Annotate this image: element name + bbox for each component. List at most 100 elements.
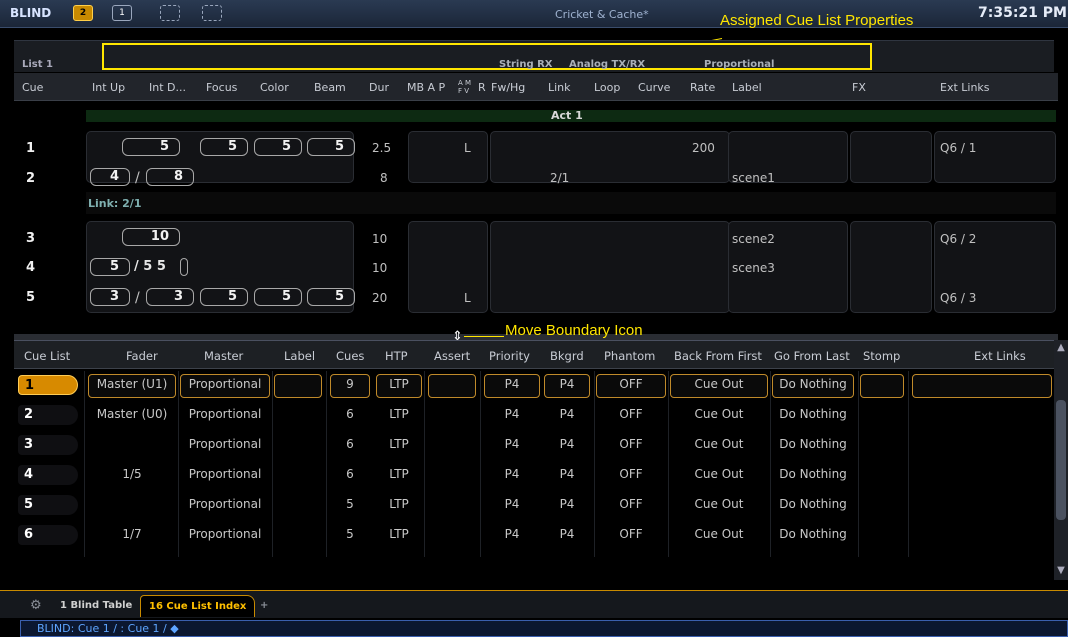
index-scrollbar[interactable]: ▲ ▼ <box>1054 340 1068 580</box>
cue-5-dur: 20 <box>372 291 388 305</box>
col-focus[interactable]: Focus <box>206 81 237 94</box>
scroll-thumb[interactable] <box>1056 400 1066 520</box>
bkgrd-value: P4 <box>559 407 575 421</box>
go-value: Do Nothing <box>779 377 847 391</box>
scroll-up-icon[interactable]: ▲ <box>1055 342 1067 353</box>
group-timing-1 <box>490 131 730 183</box>
cue-2-label: scene1 <box>732 171 775 185</box>
cue-list-badge[interactable]: 4 <box>18 465 78 485</box>
col-link[interactable]: Link <box>548 81 571 94</box>
col-priority[interactable]: Priority <box>489 349 530 363</box>
cue-5-focus[interactable]: 5 <box>200 288 248 306</box>
col-dur[interactable]: Dur <box>369 81 389 94</box>
cue-1-beam[interactable]: 5 <box>307 138 355 156</box>
col-ext-links[interactable]: Ext Links <box>974 349 1026 363</box>
col-label[interactable]: Label <box>732 81 762 94</box>
bkgrd-value: P4 <box>559 527 575 541</box>
display-1-button[interactable]: 1 <box>112 5 132 21</box>
col-bkgrd[interactable]: Bkgrd <box>550 349 584 363</box>
col-go-from-last[interactable]: Go From Last <box>774 349 850 363</box>
col-cues[interactable]: Cues <box>336 349 364 363</box>
display-4-button[interactable] <box>202 5 222 21</box>
col-divider <box>858 371 859 557</box>
col-phantom[interactable]: Phantom <box>604 349 655 363</box>
cue-1-focus[interactable]: 5 <box>200 138 248 156</box>
cue-3-int-up[interactable]: 10 <box>122 228 180 246</box>
priority-value: P4 <box>504 527 520 541</box>
cue-number[interactable]: 3 <box>26 231 35 246</box>
fader-value: 1/5 <box>122 467 142 481</box>
col-r[interactable]: R <box>478 81 486 94</box>
fader-value: 1/7 <box>122 527 142 541</box>
cue-number[interactable]: 1 <box>26 141 35 156</box>
col-stomp[interactable]: Stomp <box>863 349 900 363</box>
ext-box[interactable] <box>912 374 1052 398</box>
col-int-up[interactable]: Int Up <box>92 81 125 94</box>
col-htp[interactable]: HTP <box>385 349 408 363</box>
col-label[interactable]: Label <box>284 349 315 363</box>
col-fader[interactable]: Fader <box>126 349 158 363</box>
cue-table-body: Act 1 1 5 5 5 5 2.5 L 200 Q6 / 1 2 4 / 8… <box>14 101 1058 333</box>
col-divider <box>326 371 327 557</box>
htp-value: LTP <box>389 497 409 511</box>
cue-5-int-down[interactable]: 3 <box>146 288 194 306</box>
cue-list-badge[interactable]: 1 <box>18 375 78 395</box>
col-loop[interactable]: Loop <box>594 81 620 94</box>
add-tab-button[interactable]: + <box>252 595 276 617</box>
index-row[interactable]: 2 Master (U0) Proportional 6 LTP P4 P4 O… <box>14 401 1054 431</box>
col-cue-list[interactable]: Cue List <box>24 349 70 363</box>
cue-2-int-down[interactable]: 8 <box>146 168 194 186</box>
cue-list-badge[interactable]: 2 <box>18 405 78 425</box>
display-3-button[interactable] <box>160 5 180 21</box>
label-box[interactable] <box>274 374 322 398</box>
col-cue[interactable]: Cue <box>22 81 43 94</box>
scroll-down-icon[interactable]: ▼ <box>1055 565 1067 576</box>
cue-list-badge[interactable]: 5 <box>18 495 78 515</box>
col-rate[interactable]: Rate <box>690 81 715 94</box>
cue-5-color[interactable]: 5 <box>254 288 302 306</box>
tab-blind-table[interactable]: 1 Blind Table <box>52 595 140 617</box>
command-line[interactable]: BLIND: Cue 1 / : Cue 1 / ◆ <box>20 620 1068 637</box>
col-mbap[interactable]: MB A P <box>407 81 445 94</box>
assert-box[interactable] <box>428 374 476 398</box>
cue-1-int-up[interactable]: 5 <box>122 138 180 156</box>
cue-4-dur: 10 <box>372 261 388 275</box>
col-curve[interactable]: Curve <box>638 81 670 94</box>
cue-number[interactable]: 2 <box>26 171 35 186</box>
col-fwhg[interactable]: Fw/Hg <box>491 81 525 94</box>
col-ext-links[interactable]: Ext Links <box>940 81 990 94</box>
col-am: A M <box>458 79 472 87</box>
index-row[interactable]: 6 1/7 Proportional 5 LTP P4 P4 OFF Cue O… <box>14 521 1054 551</box>
index-row[interactable]: 1 Master (U1) Proportional 9 LTP P4 P4 O… <box>14 371 1054 401</box>
col-beam[interactable]: Beam <box>314 81 346 94</box>
bkgrd-value: P4 <box>559 497 575 511</box>
cue-1-color[interactable]: 5 <box>254 138 302 156</box>
bkgrd-value: P4 <box>559 377 575 391</box>
col-int-down[interactable]: Int D... <box>149 81 186 94</box>
cue-number[interactable]: 5 <box>26 290 35 305</box>
stomp-box[interactable] <box>860 374 904 398</box>
index-row[interactable]: 5 Proportional 5 LTP P4 P4 OFF Cue Out D… <box>14 491 1054 521</box>
cue-number[interactable]: 4 <box>26 260 35 275</box>
display-2-button[interactable]: 2 <box>73 5 93 21</box>
gear-icon[interactable]: ⚙ <box>22 595 50 617</box>
cue-list-badge[interactable]: 3 <box>18 435 78 455</box>
index-row[interactable]: 3 Proportional 6 LTP P4 P4 OFF Cue Out D… <box>14 431 1054 461</box>
master-value: Proportional <box>188 407 262 421</box>
col-divider <box>594 371 595 557</box>
col-back-from-first[interactable]: Back From First <box>674 349 762 363</box>
col-assert[interactable]: Assert <box>434 349 470 363</box>
cue-2-int-up[interactable]: 4 <box>90 168 130 186</box>
col-color[interactable]: Color <box>260 81 289 94</box>
tab-cue-list-index[interactable]: 16 Cue List Index <box>140 595 256 617</box>
index-row[interactable]: 4 1/5 Proportional 6 LTP P4 P4 OFF Cue O… <box>14 461 1054 491</box>
cue-list-index: Cue List Fader Master Label Cues HTP Ass… <box>14 340 1054 568</box>
cue-5-beam[interactable]: 5 <box>307 288 355 306</box>
prop-proportional: Proportional <box>704 59 775 70</box>
cue-5-int-up[interactable]: 3 <box>90 288 130 306</box>
cue-4-int-up[interactable]: 5 <box>90 258 130 276</box>
col-fx[interactable]: FX <box>852 81 866 94</box>
cue-list-badge[interactable]: 6 <box>18 525 78 545</box>
col-master[interactable]: Master <box>204 349 243 363</box>
go-value: Do Nothing <box>779 437 847 451</box>
